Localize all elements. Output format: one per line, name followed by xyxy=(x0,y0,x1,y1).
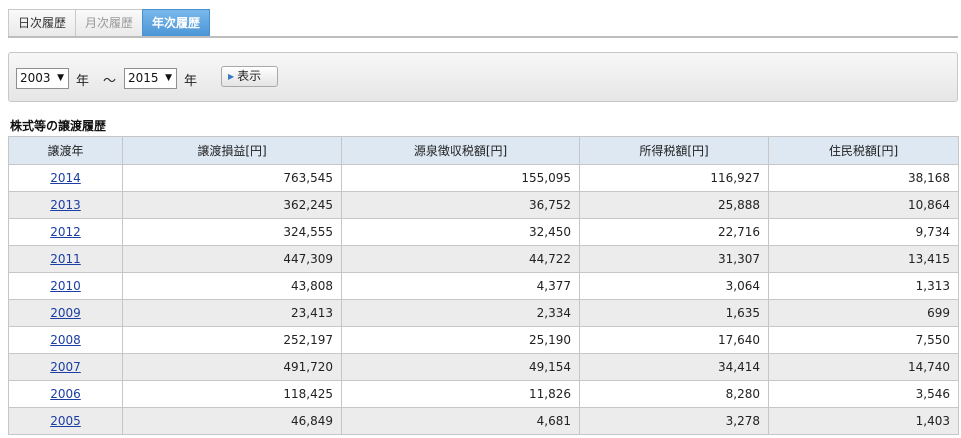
table-row: 2006 118,425 11,826 8,280 3,546 xyxy=(8,380,959,408)
history-tabs: 日次履歴 月次履歴 年次履歴 xyxy=(8,9,211,37)
resident-tax-cell: 9,734 xyxy=(768,218,959,246)
column-header-resident-tax: 住民税額[円] xyxy=(768,136,959,165)
table-row: 2010 43,808 4,377 3,064 1,313 xyxy=(8,272,959,300)
to-year-value: 2015 xyxy=(128,71,159,85)
resident-tax-cell: 1,313 xyxy=(768,272,959,300)
resident-tax-cell: 13,415 xyxy=(768,245,959,273)
income-tax-cell: 22,716 xyxy=(579,218,769,246)
resident-tax-cell: 14,740 xyxy=(768,353,959,381)
column-header-withholding: 源泉徴収税額[円] xyxy=(341,136,580,165)
income-tax-cell: 3,278 xyxy=(579,407,769,435)
withholding-cell: 11,826 xyxy=(341,380,580,408)
year-link[interactable]: 2008 xyxy=(50,333,81,347)
chevron-down-icon: ▼ xyxy=(165,73,172,83)
withholding-cell: 36,752 xyxy=(341,191,580,219)
chevron-down-icon: ▼ xyxy=(57,73,64,83)
tab-underline xyxy=(8,36,958,38)
year-link[interactable]: 2006 xyxy=(50,387,81,401)
gain-cell: 447,309 xyxy=(122,245,342,273)
resident-tax-cell: 1,403 xyxy=(768,407,959,435)
resident-tax-cell: 38,168 xyxy=(768,164,959,192)
gain-cell: 362,245 xyxy=(122,191,342,219)
table-row: 2014 763,545 155,095 116,927 38,168 xyxy=(8,164,959,192)
table-row: 2007 491,720 49,154 34,414 14,740 xyxy=(8,353,959,381)
table-header-row: 譲渡年 譲渡損益[円] 源泉徴収税額[円] 所得税額[円] 住民税額[円] xyxy=(8,136,959,165)
year-link[interactable]: 2005 xyxy=(50,414,81,428)
table-row: 2008 252,197 25,190 17,640 7,550 xyxy=(8,326,959,354)
income-tax-cell: 3,064 xyxy=(579,272,769,300)
withholding-cell: 4,377 xyxy=(341,272,580,300)
year-link[interactable]: 2010 xyxy=(50,279,81,293)
income-tax-cell: 25,888 xyxy=(579,191,769,219)
year-link[interactable]: 2011 xyxy=(50,252,81,266)
from-year-select[interactable]: 2003 ▼ xyxy=(16,68,69,89)
table-row: 2009 23,413 2,334 1,635 699 xyxy=(8,299,959,327)
gain-cell: 23,413 xyxy=(122,299,342,327)
year-link[interactable]: 2013 xyxy=(50,198,81,212)
section-title: 株式等の譲渡履歴 xyxy=(10,119,107,133)
year-link[interactable]: 2012 xyxy=(50,225,81,239)
year-link[interactable]: 2014 xyxy=(50,171,81,185)
withholding-cell: 49,154 xyxy=(341,353,580,381)
year-link[interactable]: 2009 xyxy=(50,306,81,320)
column-header-year: 譲渡年 xyxy=(8,136,123,165)
resident-tax-cell: 7,550 xyxy=(768,326,959,354)
column-header-income-tax: 所得税額[円] xyxy=(579,136,769,165)
table-row: 2013 362,245 36,752 25,888 10,864 xyxy=(8,191,959,219)
tab-yearly-history[interactable]: 年次履歴 xyxy=(142,9,211,37)
income-tax-cell: 31,307 xyxy=(579,245,769,273)
gain-cell: 118,425 xyxy=(122,380,342,408)
to-year-select[interactable]: 2015 ▼ xyxy=(124,68,177,89)
withholding-cell: 155,095 xyxy=(341,164,580,192)
income-tax-cell: 8,280 xyxy=(579,380,769,408)
range-separator: ～ xyxy=(103,74,117,89)
income-tax-cell: 17,640 xyxy=(579,326,769,354)
withholding-cell: 44,722 xyxy=(341,245,580,273)
withholding-cell: 32,450 xyxy=(341,218,580,246)
income-tax-cell: 1,635 xyxy=(579,299,769,327)
resident-tax-cell: 699 xyxy=(768,299,959,327)
transfer-history-table: 譲渡年 譲渡損益[円] 源泉徴収税額[円] 所得税額[円] 住民税額[円] 20… xyxy=(8,136,959,435)
from-year-unit: 年 xyxy=(76,74,90,89)
play-triangle-icon: ▶ xyxy=(228,72,235,81)
show-button-label: 表示 xyxy=(237,69,262,83)
table-row: 2011 447,309 44,722 31,307 13,415 xyxy=(8,245,959,273)
table-row: 2005 46,849 4,681 3,278 1,403 xyxy=(8,407,959,435)
gain-cell: 763,545 xyxy=(122,164,342,192)
gain-cell: 324,555 xyxy=(122,218,342,246)
tab-monthly-history[interactable]: 月次履歴 xyxy=(75,9,144,37)
show-button[interactable]: ▶ 表示 xyxy=(221,66,278,87)
income-tax-cell: 34,414 xyxy=(579,353,769,381)
to-year-unit: 年 xyxy=(184,74,198,89)
withholding-cell: 4,681 xyxy=(341,407,580,435)
year-link[interactable]: 2007 xyxy=(50,360,81,374)
gain-cell: 491,720 xyxy=(122,353,342,381)
from-year-value: 2003 xyxy=(20,71,51,85)
withholding-cell: 25,190 xyxy=(341,326,580,354)
resident-tax-cell: 10,864 xyxy=(768,191,959,219)
table-row: 2012 324,555 32,450 22,716 9,734 xyxy=(8,218,959,246)
tab-daily-history[interactable]: 日次履歴 xyxy=(8,9,77,37)
gain-cell: 43,808 xyxy=(122,272,342,300)
withholding-cell: 2,334 xyxy=(341,299,580,327)
gain-cell: 252,197 xyxy=(122,326,342,354)
gain-cell: 46,849 xyxy=(122,407,342,435)
year-range-filter: 2003 ▼ 年 ～ 2015 ▼ 年 ▶ 表示 xyxy=(8,52,958,102)
resident-tax-cell: 3,546 xyxy=(768,380,959,408)
column-header-gain: 譲渡損益[円] xyxy=(122,136,342,165)
income-tax-cell: 116,927 xyxy=(579,164,769,192)
